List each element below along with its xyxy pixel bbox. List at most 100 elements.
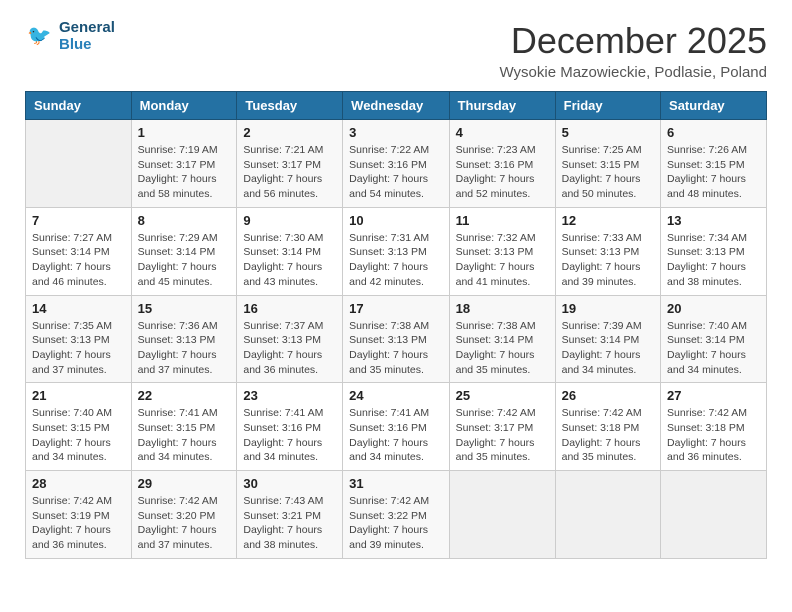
calendar-cell: 2 Sunrise: 7:21 AM Sunset: 3:17 PM Daylig… [237,120,343,208]
logo-bird-icon: 🐦 [27,26,55,48]
day-number: 31 [349,476,442,491]
day-info: Sunrise: 7:41 AM Sunset: 3:16 PM Dayligh… [349,406,442,465]
day-info: Sunrise: 7:42 AM Sunset: 3:19 PM Dayligh… [32,494,125,553]
day-info: Sunrise: 7:42 AM Sunset: 3:18 PM Dayligh… [667,406,760,465]
calendar-cell: 23 Sunrise: 7:41 AM Sunset: 3:16 PM Dayli… [237,383,343,471]
calendar-week-row: 1Sunrise: 7:19 AM Sunset: 3:17 PM Daylig… [26,120,767,208]
day-number: 15 [138,301,231,316]
day-number: 30 [243,476,336,491]
day-info: Sunrise: 7:23 AM Sunset: 3:16 PM Dayligh… [456,143,549,202]
day-info: Sunrise: 7:26 AM Sunset: 3:15 PM Dayligh… [667,143,760,202]
calendar-cell: 31 Sunrise: 7:42 AM Sunset: 3:22 PM Dayli… [343,471,449,559]
day-info: Sunrise: 7:27 AM Sunset: 3:14 PM Dayligh… [32,231,125,290]
day-info: Sunrise: 7:43 AM Sunset: 3:21 PM Dayligh… [243,494,336,553]
day-number: 29 [138,476,231,491]
weekday-header-thursday: Thursday [449,92,555,120]
calendar-cell: 29 Sunrise: 7:42 AM Sunset: 3:20 PM Dayli… [131,471,237,559]
calendar-cell: 16 Sunrise: 7:37 AM Sunset: 3:13 PM Dayli… [237,295,343,383]
day-info: Sunrise: 7:33 AM Sunset: 3:13 PM Dayligh… [562,231,654,290]
day-number: 19 [562,301,654,316]
day-number: 3 [349,125,442,140]
calendar-cell: 27 Sunrise: 7:42 AM Sunset: 3:18 PM Dayli… [661,383,767,471]
day-info: Sunrise: 7:40 AM Sunset: 3:14 PM Dayligh… [667,319,760,378]
day-number: 25 [456,388,549,403]
day-info: Sunrise: 7:39 AM Sunset: 3:14 PM Dayligh… [562,319,654,378]
weekday-header-saturday: Saturday [661,92,767,120]
day-number: 12 [562,213,654,228]
day-number: 24 [349,388,442,403]
day-number: 6 [667,125,760,140]
day-info: Sunrise: 7:42 AM Sunset: 3:18 PM Dayligh… [562,406,654,465]
day-number: 22 [138,388,231,403]
calendar-cell: 15 Sunrise: 7:36 AM Sunset: 3:13 PM Dayli… [131,295,237,383]
page-header: 🐦 General Blue December 2025 Wysokie Maz… [25,20,767,81]
calendar-cell [26,120,132,208]
logo-blue-text: Blue [59,37,115,54]
calendar-table: SundayMondayTuesdayWednesdayThursdayFrid… [25,91,767,559]
day-info: Sunrise: 7:35 AM Sunset: 3:13 PM Dayligh… [32,319,125,378]
title-block: December 2025 Wysokie Mazowieckie, Podla… [500,20,768,81]
calendar-cell: 30 Sunrise: 7:43 AM Sunset: 3:21 PM Dayli… [237,471,343,559]
day-info: Sunrise: 7:42 AM Sunset: 3:17 PM Dayligh… [456,406,549,465]
calendar-cell: 3 Sunrise: 7:22 AM Sunset: 3:16 PM Daylig… [343,120,449,208]
weekday-header-row: SundayMondayTuesdayWednesdayThursdayFrid… [26,92,767,120]
weekday-header-wednesday: Wednesday [343,92,449,120]
calendar-week-row: 14 Sunrise: 7:35 AM Sunset: 3:13 PM Dayli… [26,295,767,383]
logo-general-text: General [59,20,115,37]
calendar-cell: 8Sunrise: 7:29 AM Sunset: 3:14 PM Daylig… [131,207,237,295]
calendar-cell: 25 Sunrise: 7:42 AM Sunset: 3:17 PM Dayli… [449,383,555,471]
day-number: 26 [562,388,654,403]
day-number: 2 [243,125,336,140]
calendar-cell [555,471,660,559]
month-year-title: December 2025 [500,20,768,62]
day-number: 11 [456,213,549,228]
day-info: Sunrise: 7:42 AM Sunset: 3:20 PM Dayligh… [138,494,231,553]
day-number: 9 [243,213,336,228]
location-subtitle: Wysokie Mazowieckie, Podlasie, Poland [500,64,768,81]
calendar-cell: 7Sunrise: 7:27 AM Sunset: 3:14 PM Daylig… [26,207,132,295]
day-info: Sunrise: 7:38 AM Sunset: 3:14 PM Dayligh… [456,319,549,378]
day-number: 23 [243,388,336,403]
day-number: 14 [32,301,125,316]
calendar-cell: 22Sunrise: 7:41 AM Sunset: 3:15 PM Dayli… [131,383,237,471]
calendar-cell [449,471,555,559]
day-number: 10 [349,213,442,228]
day-info: Sunrise: 7:42 AM Sunset: 3:22 PM Dayligh… [349,494,442,553]
calendar-cell: 4 Sunrise: 7:23 AM Sunset: 3:16 PM Daylig… [449,120,555,208]
day-info: Sunrise: 7:21 AM Sunset: 3:17 PM Dayligh… [243,143,336,202]
day-info: Sunrise: 7:19 AM Sunset: 3:17 PM Dayligh… [138,143,231,202]
day-info: Sunrise: 7:25 AM Sunset: 3:15 PM Dayligh… [562,143,654,202]
calendar-cell: 10Sunrise: 7:31 AM Sunset: 3:13 PM Dayli… [343,207,449,295]
day-number: 8 [138,213,231,228]
day-number: 13 [667,213,760,228]
logo: 🐦 General Blue [25,20,115,53]
calendar-week-row: 21Sunrise: 7:40 AM Sunset: 3:15 PM Dayli… [26,383,767,471]
day-info: Sunrise: 7:30 AM Sunset: 3:14 PM Dayligh… [243,231,336,290]
day-info: Sunrise: 7:41 AM Sunset: 3:16 PM Dayligh… [243,406,336,465]
day-info: Sunrise: 7:22 AM Sunset: 3:16 PM Dayligh… [349,143,442,202]
calendar-cell: 6 Sunrise: 7:26 AM Sunset: 3:15 PM Daylig… [661,120,767,208]
calendar-cell: 14 Sunrise: 7:35 AM Sunset: 3:13 PM Dayli… [26,295,132,383]
weekday-header-friday: Friday [555,92,660,120]
day-number: 16 [243,301,336,316]
day-info: Sunrise: 7:36 AM Sunset: 3:13 PM Dayligh… [138,319,231,378]
day-number: 4 [456,125,549,140]
day-number: 27 [667,388,760,403]
day-info: Sunrise: 7:37 AM Sunset: 3:13 PM Dayligh… [243,319,336,378]
calendar-cell: 17Sunrise: 7:38 AM Sunset: 3:13 PM Dayli… [343,295,449,383]
calendar-cell: 11Sunrise: 7:32 AM Sunset: 3:13 PM Dayli… [449,207,555,295]
calendar-cell: 5 Sunrise: 7:25 AM Sunset: 3:15 PM Daylig… [555,120,660,208]
calendar-cell: 9 Sunrise: 7:30 AM Sunset: 3:14 PM Daylig… [237,207,343,295]
calendar-cell: 28Sunrise: 7:42 AM Sunset: 3:19 PM Dayli… [26,471,132,559]
day-number: 17 [349,301,442,316]
day-number: 5 [562,125,654,140]
calendar-cell: 1Sunrise: 7:19 AM Sunset: 3:17 PM Daylig… [131,120,237,208]
calendar-cell: 26 Sunrise: 7:42 AM Sunset: 3:18 PM Dayli… [555,383,660,471]
calendar-week-row: 28Sunrise: 7:42 AM Sunset: 3:19 PM Dayli… [26,471,767,559]
svg-text:🐦: 🐦 [27,26,51,47]
day-number: 20 [667,301,760,316]
weekday-header-sunday: Sunday [26,92,132,120]
calendar-cell: 21Sunrise: 7:40 AM Sunset: 3:15 PM Dayli… [26,383,132,471]
day-info: Sunrise: 7:40 AM Sunset: 3:15 PM Dayligh… [32,406,125,465]
calendar-cell [661,471,767,559]
